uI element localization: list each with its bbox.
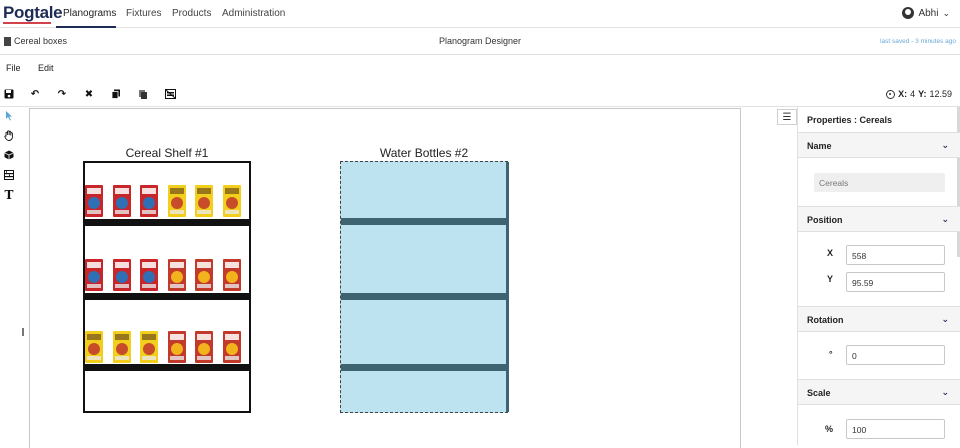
undo-icon[interactable]: ↶: [29, 88, 41, 100]
user-avatar-icon: [902, 7, 915, 19]
redo-icon[interactable]: ↷: [56, 88, 68, 100]
chevron-down-icon: ⌄: [942, 7, 950, 18]
section-name-label: Name: [807, 141, 832, 151]
toolbar: ↶ ↷ ✖ X: 4 Y: 12.59: [0, 80, 960, 107]
shelf-divider: [85, 219, 249, 226]
coord-y-value: 12.59: [929, 89, 952, 99]
product-box-capn[interactable]: [85, 185, 103, 217]
document-bar: Cereal boxes Planogram Designer last sav…: [0, 28, 960, 55]
box-icon[interactable]: [3, 149, 15, 161]
section-scale-label: Scale: [807, 388, 831, 398]
rotation-unit-label: °: [829, 349, 833, 359]
coord-x-value: 4: [910, 89, 916, 99]
menu-toggle-icon[interactable]: ☰: [777, 109, 797, 125]
product-box-capn[interactable]: [140, 259, 158, 291]
last-saved-status: last saved - 3 minutes ago: [880, 38, 956, 45]
section-name-header[interactable]: Name ⌄: [798, 132, 960, 158]
fixture-water-bottles[interactable]: [340, 161, 509, 413]
fixture-cereal-shelf[interactable]: [83, 161, 251, 413]
nav-planograms[interactable]: Planograms: [63, 8, 116, 19]
save-icon[interactable]: [3, 88, 15, 100]
tool-strip: T: [0, 107, 20, 445]
chevron-down-icon: ⌄: [941, 214, 949, 224]
crosshair-icon: [886, 89, 896, 99]
product-box-capn[interactable]: [112, 185, 131, 217]
panel-title: Properties : Cereals: [807, 115, 893, 125]
position-x-label: X: [827, 248, 834, 258]
shelf-divider: [85, 293, 249, 300]
section-rotation-header[interactable]: Rotation ⌄: [798, 306, 960, 332]
product-box-cheerio[interactable]: [85, 331, 103, 363]
menu-bar: File Edit: [0, 55, 960, 80]
product-box-fruit[interactable]: [167, 259, 186, 291]
design-canvas[interactable]: Cereal Shelf #1 Water Bottles #2: [29, 108, 741, 448]
brand-underline: [3, 22, 51, 24]
product-box-fruit[interactable]: [222, 331, 241, 363]
splitter-handle[interactable]: [22, 328, 24, 336]
paste-icon[interactable]: [137, 88, 149, 100]
fixture-label-cereal: Cereal Shelf #1: [125, 146, 209, 160]
chevron-down-icon: ⌄: [941, 140, 949, 150]
brand-logo[interactable]: Pogtale: [3, 3, 63, 23]
copy-icon[interactable]: [110, 88, 122, 100]
product-box-fruit[interactable]: [195, 259, 213, 291]
chevron-down-icon: ⌄: [941, 314, 949, 324]
chevron-down-icon: ⌄: [941, 387, 949, 397]
section-position-header[interactable]: Position ⌄: [798, 206, 960, 232]
nav-products[interactable]: Products: [172, 8, 211, 19]
text-icon[interactable]: T: [3, 188, 15, 202]
hand-icon[interactable]: [3, 129, 15, 141]
name-field[interactable]: Cereals: [814, 173, 945, 192]
position-x-input[interactable]: 558: [846, 245, 945, 265]
product-box-cheerio[interactable]: [112, 331, 131, 363]
product-box-cheerio[interactable]: [167, 185, 186, 217]
menu-edit[interactable]: Edit: [38, 63, 54, 73]
section-scale-header[interactable]: Scale ⌄: [798, 379, 960, 405]
product-box-cheerio[interactable]: [195, 185, 213, 217]
rotation-input[interactable]: 0: [846, 345, 945, 365]
scale-unit-label: %: [825, 424, 834, 434]
shelf-divider: [341, 293, 507, 300]
pointer-icon[interactable]: [3, 110, 15, 122]
coord-y-label: Y:: [918, 89, 927, 99]
shelf-divider: [341, 218, 507, 225]
product-box-cheerio[interactable]: [222, 185, 241, 217]
product-box-fruit[interactable]: [167, 331, 186, 363]
product-box-fruit[interactable]: [222, 259, 241, 291]
menu-file[interactable]: File: [6, 63, 21, 73]
section-rotation-label: Rotation: [807, 315, 844, 325]
user-menu[interactable]: Abhi ⌄: [902, 7, 950, 19]
designer-title: Planogram Designer: [438, 36, 522, 46]
product-box-capn[interactable]: [140, 185, 158, 217]
nav-administration[interactable]: Administration: [222, 8, 285, 19]
product-box-capn[interactable]: [85, 259, 103, 291]
fixture-label-water: Water Bottles #2: [379, 146, 469, 160]
section-position-label: Position: [807, 215, 843, 225]
coord-x-label: X:: [898, 89, 908, 99]
product-box-cheerio[interactable]: [140, 331, 158, 363]
nav-fixtures[interactable]: Fixtures: [126, 8, 162, 19]
user-name: Abhi: [918, 7, 939, 19]
scale-input[interactable]: 100: [846, 419, 945, 439]
shelf-divider: [341, 364, 507, 371]
fixture-edge: [506, 162, 509, 412]
delete-icon[interactable]: ✖: [83, 88, 95, 100]
position-y-input[interactable]: 95.59: [846, 272, 945, 292]
clear-icon[interactable]: [164, 88, 176, 100]
product-box-capn[interactable]: [112, 259, 131, 291]
top-navbar: Pogtale Planograms Fixtures Products Adm…: [0, 0, 960, 28]
fixture-icon[interactable]: [3, 169, 15, 181]
cursor-coordinates: X: 4 Y: 12.59: [886, 89, 952, 99]
position-y-label: Y: [827, 274, 834, 284]
shelf-divider: [85, 364, 249, 371]
product-box-fruit[interactable]: [195, 331, 213, 363]
properties-panel: Properties : Cereals Name ⌄ Cereals Posi…: [797, 107, 960, 445]
